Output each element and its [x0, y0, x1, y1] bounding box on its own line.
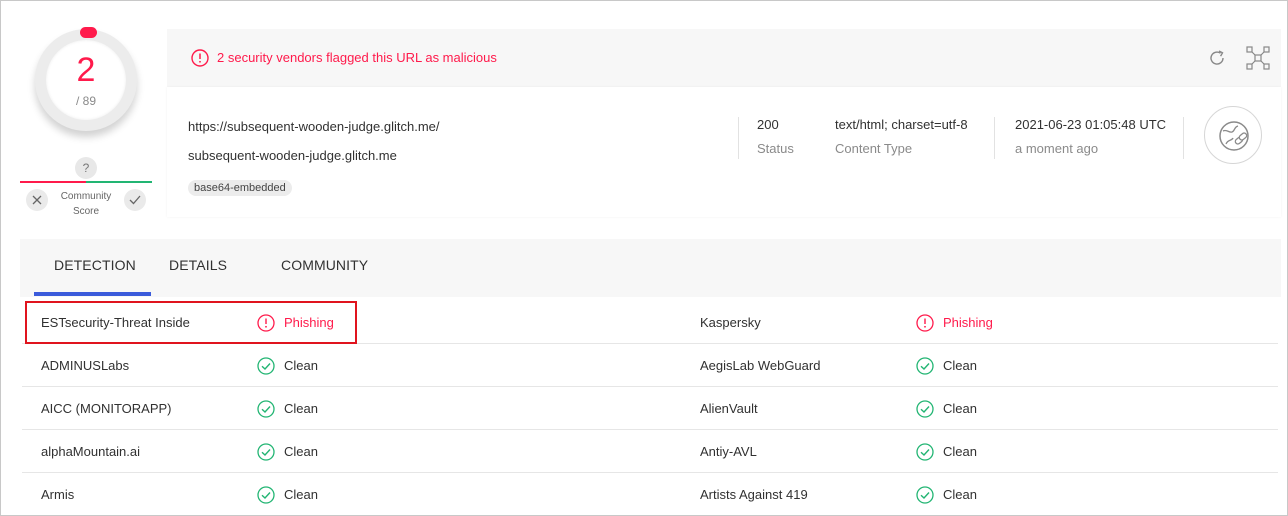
- detection-result: Clean: [284, 401, 318, 416]
- alert-circle-icon: [916, 314, 934, 332]
- detection-result: Clean: [284, 487, 318, 502]
- tab-detection[interactable]: DETECTION: [54, 257, 136, 273]
- community-score-help-icon[interactable]: ?: [75, 157, 97, 179]
- scan-date-value: 2021-06-23 01:05:48 UTC: [1015, 117, 1167, 132]
- http-status-label: Status: [757, 141, 794, 156]
- table-row: AICC (MONITORAPP) Clean AlienVault Clean: [22, 387, 1278, 430]
- detection-result: Clean: [943, 401, 977, 416]
- vendor-name: Antiy-AVL: [700, 444, 757, 459]
- close-icon: [32, 195, 42, 205]
- divider: [738, 117, 739, 159]
- check-circle-icon: [916, 486, 934, 504]
- url-info-panel: https://subsequent-wooden-judge.glitch.m…: [167, 87, 1281, 217]
- vote-harmful-button[interactable]: [26, 189, 48, 211]
- detection-result: Clean: [943, 487, 977, 502]
- scanned-url[interactable]: https://subsequent-wooden-judge.glitch.m…: [188, 119, 440, 134]
- content-type-label: Content Type: [835, 141, 913, 156]
- globe-link-icon: [1219, 121, 1249, 151]
- vendor-name: ADMINUSLabs: [41, 358, 130, 373]
- detection-score-gauge: 2 / 89: [35, 27, 137, 131]
- divider: [1183, 117, 1184, 159]
- gauge-indicator: [80, 27, 97, 38]
- check-circle-icon: [257, 400, 275, 418]
- tag-badge[interactable]: base64-embedded: [188, 180, 292, 196]
- scan-report: 2 / 89 ? Community Score 2 security vend…: [0, 0, 1288, 516]
- alert-message: 2 security vendors flagged this URL as m…: [217, 50, 497, 65]
- tab-details[interactable]: DETAILS: [169, 257, 227, 273]
- check-circle-icon: [257, 357, 275, 375]
- table-row: ADMINUSLabs Clean AegisLab WebGuard Clean: [22, 344, 1278, 387]
- divider: [994, 117, 995, 159]
- detection-result: Clean: [943, 358, 977, 373]
- vendor-name: AlienVault: [700, 401, 758, 416]
- detection-count: 2: [76, 51, 96, 89]
- check-circle-icon: [257, 486, 275, 504]
- check-circle-icon: [257, 443, 275, 461]
- alert-circle-icon: [191, 49, 209, 67]
- table-row: Armis Clean Artists Against 419 Clean: [22, 473, 1278, 515]
- table-row: alphaMountain.ai Clean Antiy-AVL Clean: [22, 430, 1278, 473]
- refresh-icon[interactable]: [1207, 48, 1227, 68]
- highlight-box: [25, 301, 357, 344]
- http-status-value: 200: [757, 117, 779, 132]
- vote-harmless-button[interactable]: [124, 189, 146, 211]
- check-circle-icon: [916, 443, 934, 461]
- tab-community[interactable]: COMMUNITY: [281, 257, 368, 273]
- graph-icon[interactable]: [1246, 46, 1270, 70]
- community-score-label: Community Score: [60, 191, 112, 217]
- vendor-name: alphaMountain.ai: [41, 444, 141, 459]
- vendor-name: Armis: [41, 487, 75, 502]
- scan-date-relative: a moment ago: [1015, 141, 1099, 156]
- vendor-name: AegisLab WebGuard: [700, 358, 821, 373]
- scanned-domain[interactable]: subsequent-wooden-judge.glitch.me: [188, 148, 397, 163]
- vendor-name: Kaspersky: [700, 315, 761, 330]
- report-tabs: DETECTION DETAILS COMMUNITY: [20, 239, 1281, 297]
- community-positive-bar: [86, 181, 152, 183]
- community-negative-bar: [20, 181, 86, 183]
- vendor-name: Artists Against 419: [700, 487, 808, 502]
- check-circle-icon: [916, 357, 934, 375]
- alert-banner: 2 security vendors flagged this URL as m…: [167, 29, 1281, 87]
- gauge-center: 2 / 89: [46, 40, 126, 120]
- detection-result: Phishing: [943, 315, 993, 330]
- detection-result: Clean: [284, 444, 318, 459]
- content-type-value: text/html; charset=utf-8: [835, 117, 968, 132]
- engine-total: / 89: [75, 94, 96, 108]
- check-circle-icon: [916, 400, 934, 418]
- detection-result: Clean: [943, 444, 977, 459]
- detection-result: Clean: [284, 358, 318, 373]
- active-tab-indicator: [34, 292, 151, 296]
- vendor-name: AICC (MONITORAPP): [41, 401, 172, 416]
- check-icon: [129, 195, 141, 205]
- url-type-avatar: [1204, 106, 1262, 164]
